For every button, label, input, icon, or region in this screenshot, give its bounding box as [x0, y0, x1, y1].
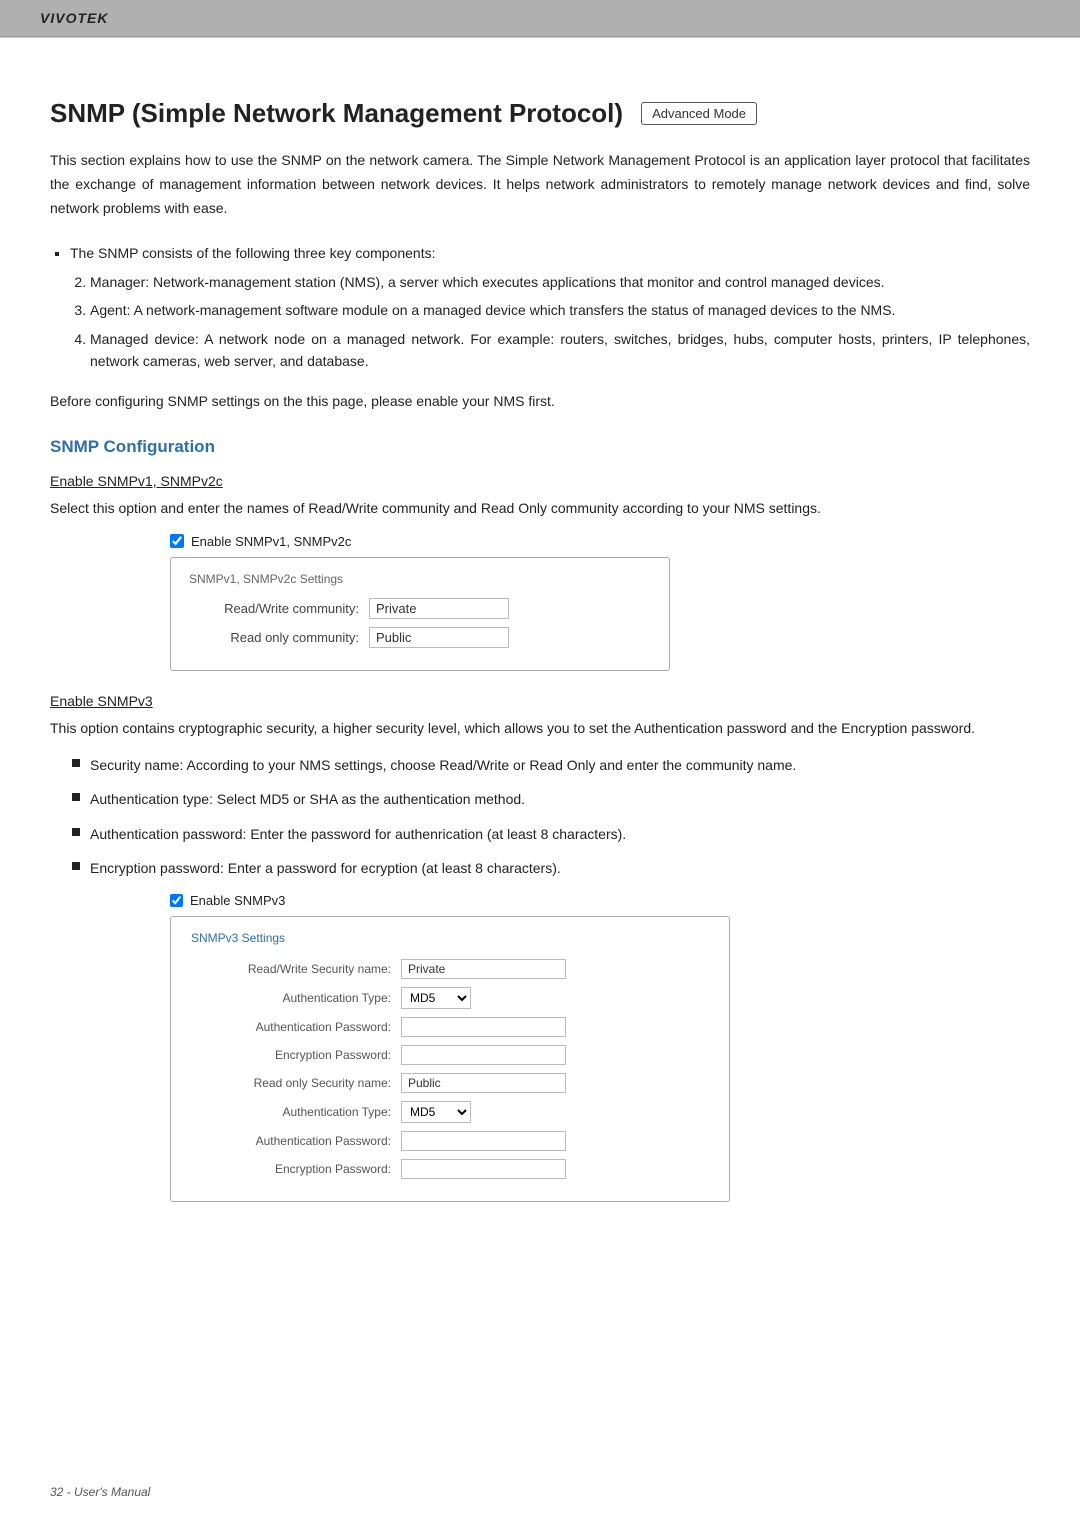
enable-snmpv3-desc: This option contains cryptographic secur…: [50, 717, 1030, 740]
snmpv3-field-row-4: Read only Security name:: [191, 1073, 709, 1093]
before-config-text: Before configuring SNMP settings on the …: [50, 390, 1030, 412]
snmpv3-label-auth-type-2: Authentication Type:: [191, 1105, 401, 1119]
page-title-row: SNMP (Simple Network Management Protocol…: [50, 98, 1030, 129]
snmpv1-settings-title: SNMPv1, SNMPv2c Settings: [189, 572, 651, 586]
snmpv3-ro-security-input[interactable]: [401, 1073, 566, 1093]
footer-text: 32 - User's Manual: [50, 1485, 150, 1499]
snmpv3-bullet-3: Encryption password: Enter a password fo…: [72, 857, 1030, 879]
snmpv3-enc-password-input-2[interactable]: [401, 1159, 566, 1179]
snmpv3-checkbox[interactable]: [170, 894, 183, 907]
brand-label: VIVOTEK: [40, 10, 108, 26]
snmpv1-field-row-0: Read/Write community:: [189, 598, 651, 619]
snmpv3-auth-type-select-2[interactable]: MD5 SHA: [401, 1101, 471, 1123]
bullet-sq-3: [72, 862, 80, 870]
numbered-item-1: Manager: Network-management station (NMS…: [90, 271, 1030, 293]
snmpv3-field-row-7: Encryption Password:: [191, 1159, 709, 1179]
snmpv3-bullet-2: Authentication password: Enter the passw…: [72, 823, 1030, 845]
snmpv3-bullets: Security name: According to your NMS set…: [72, 754, 1030, 880]
snmpv3-label-auth-password-2: Authentication Password:: [191, 1134, 401, 1148]
main-content: SNMP (Simple Network Management Protocol…: [0, 68, 1080, 1284]
key-components-list: The SNMP consists of the following three…: [70, 242, 1030, 372]
snmpv3-bullet-0: Security name: According to your NMS set…: [72, 754, 1030, 776]
snmpv3-settings-title: SNMPv3 Settings: [191, 931, 709, 945]
snmpv3-auth-password-input-2[interactable]: [401, 1131, 566, 1151]
snmpv1-checkbox-row: Enable SNMPv1, SNMPv2c: [170, 534, 1030, 549]
snmpv1-field-label-1: Read only community:: [189, 630, 369, 645]
snmpv3-enc-password-input-1[interactable]: [401, 1045, 566, 1065]
snmp-config-title: SNMP Configuration: [50, 437, 1030, 457]
snmpv3-field-row-1: Authentication Type: MD5 SHA: [191, 987, 709, 1009]
snmpv3-checkbox-label: Enable SNMPv3: [190, 893, 285, 908]
enable-snmpv1-desc: Select this option and enter the names o…: [50, 497, 1030, 520]
snmpv3-auth-password-input-1[interactable]: [401, 1017, 566, 1037]
bullet-sq-0: [72, 759, 80, 767]
snmpv1-ro-community-input[interactable]: [369, 627, 509, 648]
snmpv3-label-auth-type-1: Authentication Type:: [191, 991, 401, 1005]
enable-snmpv3-heading: Enable SNMPv3: [50, 693, 1030, 709]
snmpv3-settings-box: SNMPv3 Settings Read/Write Security name…: [170, 916, 730, 1202]
snmpv3-rw-security-input[interactable]: [401, 959, 566, 979]
snmpv1-field-label-0: Read/Write community:: [189, 601, 369, 616]
snmpv3-bullet-1: Authentication type: Select MD5 or SHA a…: [72, 788, 1030, 810]
snmpv1-rw-community-input[interactable]: [369, 598, 509, 619]
snmpv3-bullet-text-0: Security name: According to your NMS set…: [90, 754, 796, 776]
key-components-heading: The SNMP consists of the following three…: [70, 242, 1030, 264]
intro-text: This section explains how to use the SNM…: [50, 149, 1030, 220]
page-title: SNMP (Simple Network Management Protocol…: [50, 98, 623, 129]
snmpv3-label-rw-security: Read/Write Security name:: [191, 962, 401, 976]
bullet-sq-1: [72, 793, 80, 801]
snmpv3-label-ro-security: Read only Security name:: [191, 1076, 401, 1090]
snmpv3-checkbox-row: Enable SNMPv3: [170, 893, 1030, 908]
numbered-item-3: Managed device: A network node on a mana…: [90, 328, 1030, 373]
snmpv1-settings-box: SNMPv1, SNMPv2c Settings Read/Write comm…: [170, 557, 670, 671]
snmpv3-field-row-5: Authentication Type: MD5 SHA: [191, 1101, 709, 1123]
snmpv3-bullet-text-1: Authentication type: Select MD5 or SHA a…: [90, 788, 525, 810]
snmpv3-label-enc-password-2: Encryption Password:: [191, 1162, 401, 1176]
enable-snmpv1-heading: Enable SNMPv1, SNMPv2c: [50, 473, 1030, 489]
snmpv3-field-row-6: Authentication Password:: [191, 1131, 709, 1151]
snmpv3-label-enc-password-1: Encryption Password:: [191, 1048, 401, 1062]
page-wrapper: VIVOTEK SNMP (Simple Network Management …: [0, 0, 1080, 1527]
snmpv3-field-row-0: Read/Write Security name:: [191, 959, 709, 979]
advanced-mode-badge[interactable]: Advanced Mode: [641, 102, 757, 125]
snmpv1-field-row-1: Read only community:: [189, 627, 651, 648]
snmpv3-field-row-2: Authentication Password:: [191, 1017, 709, 1037]
snmpv1-checkbox-label: Enable SNMPv1, SNMPv2c: [191, 534, 351, 549]
snmpv3-bullet-text-2: Authentication password: Enter the passw…: [90, 823, 626, 845]
snmpv1-checkbox[interactable]: [170, 534, 184, 548]
bullet-sq-2: [72, 828, 80, 836]
numbered-item-2: Agent: A network-management software mod…: [90, 299, 1030, 321]
snmpv3-field-row-3: Encryption Password:: [191, 1045, 709, 1065]
top-bar: VIVOTEK: [0, 0, 1080, 37]
snmpv3-label-auth-password-1: Authentication Password:: [191, 1020, 401, 1034]
snmpv3-bullet-text-3: Encryption password: Enter a password fo…: [90, 857, 561, 879]
snmpv3-auth-type-select-1[interactable]: MD5 SHA: [401, 987, 471, 1009]
